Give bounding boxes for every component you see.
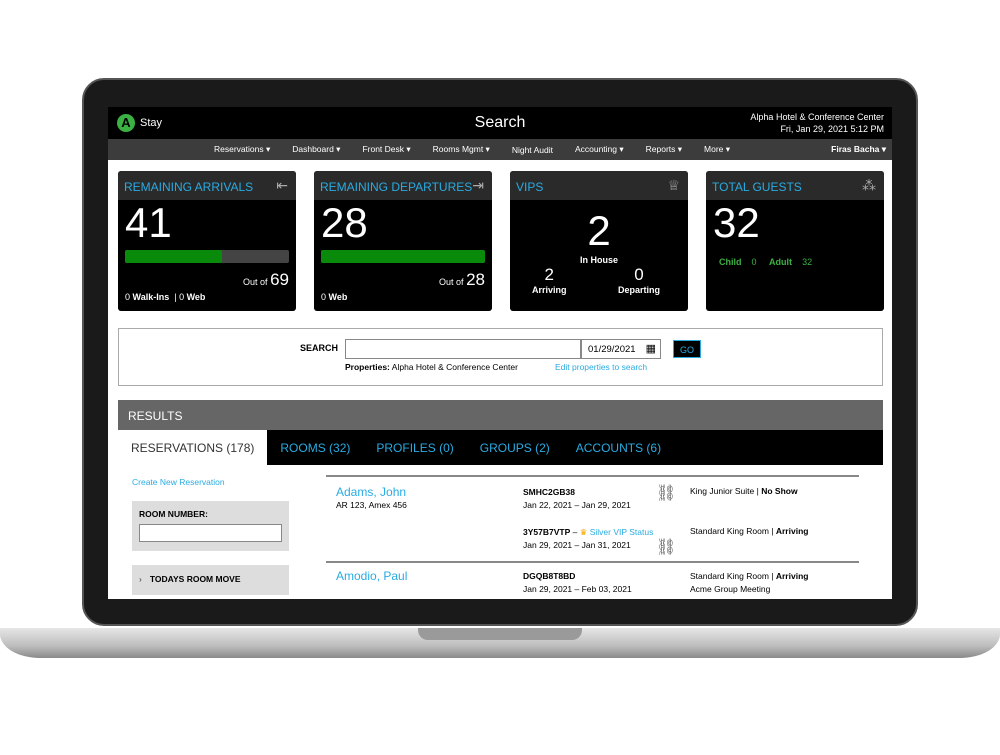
edit-properties-link[interactable]: Edit properties to search (555, 362, 647, 372)
nav-rooms-mgmt[interactable]: Rooms Mgmt ▾ (433, 144, 490, 155)
user-menu[interactable]: Firas Bacha ▾ (831, 144, 886, 155)
nav-reports[interactable]: Reports ▾ (646, 144, 682, 155)
vips-in-house-value: 2 (587, 207, 611, 254)
departures-progress-fill (321, 250, 485, 263)
tab-accounts[interactable]: ACCOUNTS (6) (563, 430, 674, 465)
search-label: SEARCH (300, 343, 339, 353)
vip-status-link[interactable]: Silver VIP Status (590, 527, 654, 537)
search-panel: SEARCH 01/29/2021 ▦ GO Properties: Alpha … (118, 328, 883, 386)
hotel-name: Alpha Hotel & Conference Center (750, 112, 884, 122)
nav-night-audit[interactable]: Night Audit (512, 145, 553, 155)
arrivals-progress (125, 250, 289, 263)
hotel-info: Alpha Hotel & Conference Center Fri, Jan … (750, 111, 884, 135)
todays-room-move[interactable]: › TODAYS ROOM MOVE (132, 565, 289, 595)
departures-footer: 0 Web (321, 292, 348, 302)
guest-sub: AR 123, Amex 456 (336, 500, 407, 510)
card-title: VIPS (516, 180, 544, 194)
app-screen: A Stay Search Alpha Hotel & Conference Ce… (108, 107, 892, 599)
reservation-entry[interactable]: DGQB8T8BD Jan 29, 2021 – Feb 03, 2021 (523, 570, 632, 596)
datetime: Fri, Jan 29, 2021 5:12 PM (780, 124, 884, 134)
room-number-label: ROOM NUMBER: (139, 509, 208, 519)
guest-name-link[interactable]: Amodio, Paul (336, 569, 407, 583)
tab-profiles[interactable]: PROFILES (0) (363, 430, 466, 465)
room-status: King Junior Suite | No Show (690, 486, 798, 496)
results-panel: RESULTS RESERVATIONS (178) ROOMS (32) PR… (118, 400, 883, 599)
go-button[interactable]: GO (673, 340, 701, 358)
reservation-entry[interactable]: SMHC2GB38 Jan 22, 2021 – Jan 29, 2021 (523, 486, 631, 512)
departures-total: Out of 28 (439, 270, 485, 289)
guest-name-link[interactable]: Adams, John (336, 485, 406, 499)
arrivals-footer: 0 Walk-Ins | 0 Web (125, 292, 206, 302)
reservation-list: Adams, John AR 123, Amex 456 SMHC2GB38 Ja… (326, 475, 859, 599)
main-nav: Reservations ▾ Dashboard ▾ Front Desk ▾ … (108, 139, 892, 160)
search-input[interactable] (345, 339, 581, 359)
table-row[interactable]: Adams, John AR 123, Amex 456 SMHC2GB38 Ja… (326, 477, 859, 563)
card-title: REMAINING DEPARTURES (320, 180, 473, 194)
results-tabs: RESERVATIONS (178) ROOMS (32) PROFILES (… (118, 430, 883, 465)
nav-dashboard[interactable]: Dashboard ▾ (292, 144, 340, 155)
reservation-entry[interactable]: 3Y57B7VTP – ♛ Silver VIP Status Jan 29, 2… (523, 526, 653, 552)
card-total-guests[interactable]: TOTAL GUESTS ⁂ 32 Child 0 Adult 32 (706, 171, 884, 311)
tab-rooms[interactable]: ROOMS (32) (267, 430, 363, 465)
guests-value: 32 (713, 199, 760, 246)
arrivals-total: Out of 69 (243, 270, 289, 289)
date-field[interactable]: 01/29/2021 ▦ (581, 339, 661, 359)
room-status: Standard King Room | Arriving (690, 526, 809, 536)
crown-icon: ♕ (667, 177, 680, 193)
card-remaining-arrivals[interactable]: REMAINING ARRIVALS ⇤ 41 Out of 69 0 Walk-… (118, 171, 296, 311)
card-title: TOTAL GUESTS (712, 180, 802, 194)
tab-reservations[interactable]: RESERVATIONS (178) (118, 430, 268, 465)
tab-groups[interactable]: GROUPS (2) (467, 430, 563, 465)
link-icon[interactable]: ⛓ (656, 483, 676, 503)
vips-arriving: 2 Arriving (532, 265, 567, 295)
link-icon[interactable]: ⛓ (656, 537, 676, 557)
nav-front-desk[interactable]: Front Desk ▾ (362, 144, 410, 155)
create-reservation-link[interactable]: Create New Reservation (132, 477, 225, 487)
chevron-right-icon: › (139, 574, 142, 584)
guests-breakdown: Child 0 Adult 32 (719, 257, 813, 267)
top-bar: A Stay Search Alpha Hotel & Conference Ce… (108, 107, 892, 139)
departures-progress (321, 250, 485, 263)
nav-more[interactable]: More ▾ (704, 144, 730, 155)
card-vips[interactable]: VIPS ♕ 2 In House 2 Arriving 0 Departing (510, 171, 688, 311)
card-remaining-departures[interactable]: REMAINING DEPARTURES ⇥ 28 Out of 28 0 Web (314, 171, 492, 311)
calendar-icon[interactable]: ▦ (646, 342, 656, 355)
laptop-notch (418, 628, 582, 640)
vips-in-house-label: In House (579, 255, 618, 265)
crown-icon: ♛ (579, 527, 588, 537)
nav-reservations[interactable]: Reservations ▾ (214, 144, 270, 155)
room-number-filter: ROOM NUMBER: (132, 501, 289, 551)
results-header: RESULTS (118, 400, 883, 430)
properties-text: Properties: Alpha Hotel & Conference Cen… (345, 362, 518, 372)
departures-value: 28 (321, 199, 368, 246)
room-number-input[interactable] (139, 524, 282, 542)
guests-dots-icon: ⁂ (862, 177, 876, 193)
sign-in-icon: ⇤ (276, 177, 288, 193)
nav-accounting[interactable]: Accounting ▾ (575, 144, 624, 155)
arrivals-progress-fill (125, 250, 222, 263)
table-row[interactable]: Amodio, Paul DGQB8T8BD Jan 29, 2021 – Feb… (326, 563, 859, 599)
room-status: Standard King Room | Arriving Acme Group … (690, 571, 809, 594)
vips-departing: 0 Departing (618, 265, 661, 295)
card-title: REMAINING ARRIVALS (124, 180, 254, 194)
sign-out-icon: ⇥ (472, 177, 484, 193)
arrivals-value: 41 (125, 199, 172, 246)
